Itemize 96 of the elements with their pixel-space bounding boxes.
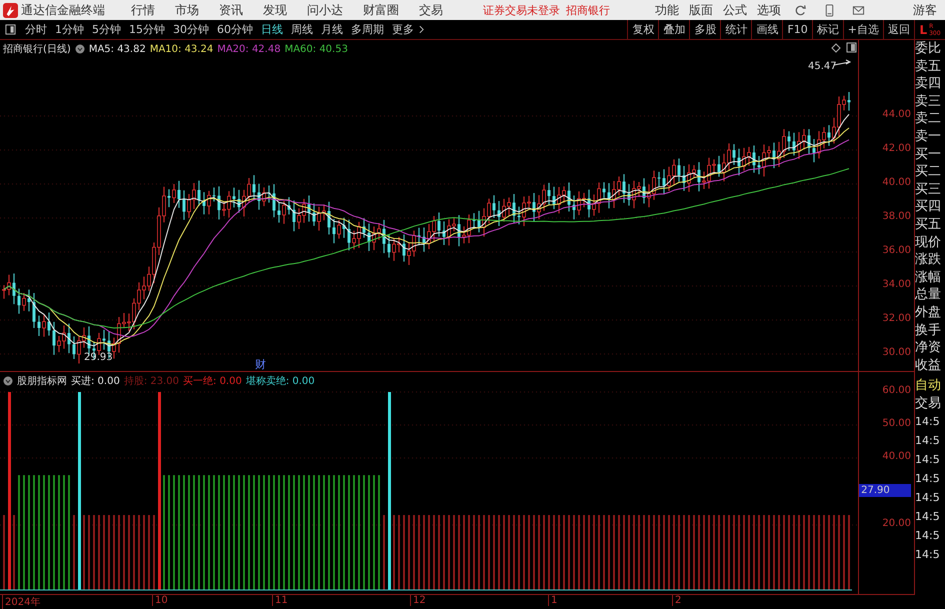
ma-value: MA10: 43.24 [150,44,214,54]
menu-item[interactable]: 功能 [655,2,679,18]
toolbar-button[interactable]: 叠加 [658,20,690,39]
trade-time: 14:5 [915,414,941,430]
period-tab[interactable]: 30分钟 [169,22,213,37]
quote-label: 买四 [915,198,942,216]
menu-item[interactable]: 财富圈 [363,2,399,18]
quote-label: 卖四 [915,75,942,93]
quote-label: 卖三 [915,92,942,110]
menu-item[interactable]: 交易 [419,2,443,18]
toolbar-button[interactable]: 复权 [627,20,658,39]
menu-item[interactable]: 选项 [757,2,781,18]
indicator-value: 堪称卖绝: 0.00 [246,374,315,388]
user-name[interactable]: 游客 [913,2,937,18]
auto-trade-label[interactable]: 自动 [915,377,945,395]
cursor-value-label: 27.90 [859,484,912,497]
toolbar-button[interactable]: 标记 [812,20,843,39]
indicator-value: 买进: 0.00 [71,374,120,388]
quote-label: 现价 [915,234,942,252]
period-tab[interactable]: 5分钟 [88,22,125,37]
trade-time: 14:5 [915,509,941,526]
quote-label: 涨幅 [915,268,942,286]
ma-value: MA60: 40.53 [284,44,348,54]
trade-time: 14:5 [915,433,941,450]
quote-label: 买一 [915,146,942,164]
axis-label: 34.00 [882,279,911,290]
toolbar-button[interactable]: F10 [782,20,812,39]
high-price-label: 45.47 [808,61,837,72]
date-axis-label: 1 [548,595,558,606]
period-tab[interactable]: 1分钟 [51,22,88,37]
axis-label: 50.00 [882,418,911,429]
axis-label: 42.00 [882,143,911,154]
quote-label: 换手 [915,322,942,340]
event-marker[interactable]: 财 [255,358,266,371]
menu-item[interactable]: 市场 [175,2,199,18]
period-tab[interactable]: 周线 [287,22,317,37]
trade-time: 14:5 [915,528,941,544]
axis-label: 44.00 [882,109,911,120]
trade-time: 14:5 [915,490,941,506]
chart-title: 招商银行(日线) [3,42,71,56]
quote-label: 委比 [915,40,942,58]
toolbar-button[interactable]: +自选 [842,20,883,39]
axis-label: 30.00 [882,347,911,358]
menu-item[interactable]: 问小达 [307,2,343,18]
period-tab[interactable]: 多周期 [347,22,388,37]
ma-value: MA5: 43.82 [88,44,146,54]
quote-label: 卖一 [915,128,942,146]
date-axis-label: 11 [272,595,288,606]
quote-label: 总量 [915,286,942,304]
date-axis-label: 2024年 [2,595,40,609]
low-price-label: 29.93 [84,352,113,363]
ma-value: MA20: 42.48 [217,44,281,54]
trade-time: 14:5 [915,471,941,488]
period-tab[interactable]: 60分钟 [213,22,257,37]
app-name: 通达信金融终端 [21,2,105,18]
indicator-value: 持股: 23.00 [124,374,180,388]
menu-item[interactable]: 发现 [263,2,287,18]
toolbar-button[interactable]: 统计 [720,20,752,39]
quote-label: 收益 [915,356,942,374]
toolbar-button[interactable]: 多股 [689,20,720,39]
trade-time: 14:5 [915,547,941,564]
indicator-name: 股朋指标网 [17,374,67,388]
period-tab[interactable]: 15分钟 [125,22,169,37]
date-axis-label: 10 [152,595,168,606]
broker-name[interactable]: 招商银行 [566,2,610,18]
period-tab[interactable]: 月线 [317,22,347,37]
menu-item[interactable]: 行情 [131,2,155,18]
toolbar-button[interactable]: 画线 [751,20,782,39]
quote-label: 买二 [915,163,942,181]
axis-label: 40.00 [882,450,911,462]
quote-label: 卖五 [915,58,942,76]
quote-label: 买三 [915,180,942,198]
quote-label: 卖二 [915,110,942,128]
period-tab[interactable]: 分时 [21,22,51,37]
menu-item[interactable]: 公式 [723,2,747,18]
menu-item[interactable]: 资讯 [219,2,243,18]
axis-label: 20.00 [882,518,911,529]
axis-label: 60.00 [882,384,911,396]
axis-label: 36.00 [882,245,911,256]
trade-time: 14:5 [915,452,941,468]
trade-label: 交易 [915,394,942,412]
toolbar-button[interactable]: 返回 [883,20,914,39]
quote-label: 净资 [915,339,942,357]
date-axis-label: 12 [410,595,426,606]
period-tab[interactable]: 日线 [257,22,287,37]
period-tab[interactable]: 更多 [388,22,418,37]
axis-label: 38.00 [882,211,911,222]
quote-label: 涨跌 [915,251,942,269]
quote-label: 买五 [915,216,942,234]
menu-item[interactable]: 版面 [689,2,713,18]
login-status[interactable]: 证券交易未登录 [483,2,560,18]
indicator-value: 买一绝: 0.00 [183,374,242,388]
axis-label: 40.00 [882,177,911,188]
quote-label: 外盘 [915,304,942,322]
axis-label: 32.00 [882,313,911,324]
date-axis-label: 2 [672,595,682,606]
